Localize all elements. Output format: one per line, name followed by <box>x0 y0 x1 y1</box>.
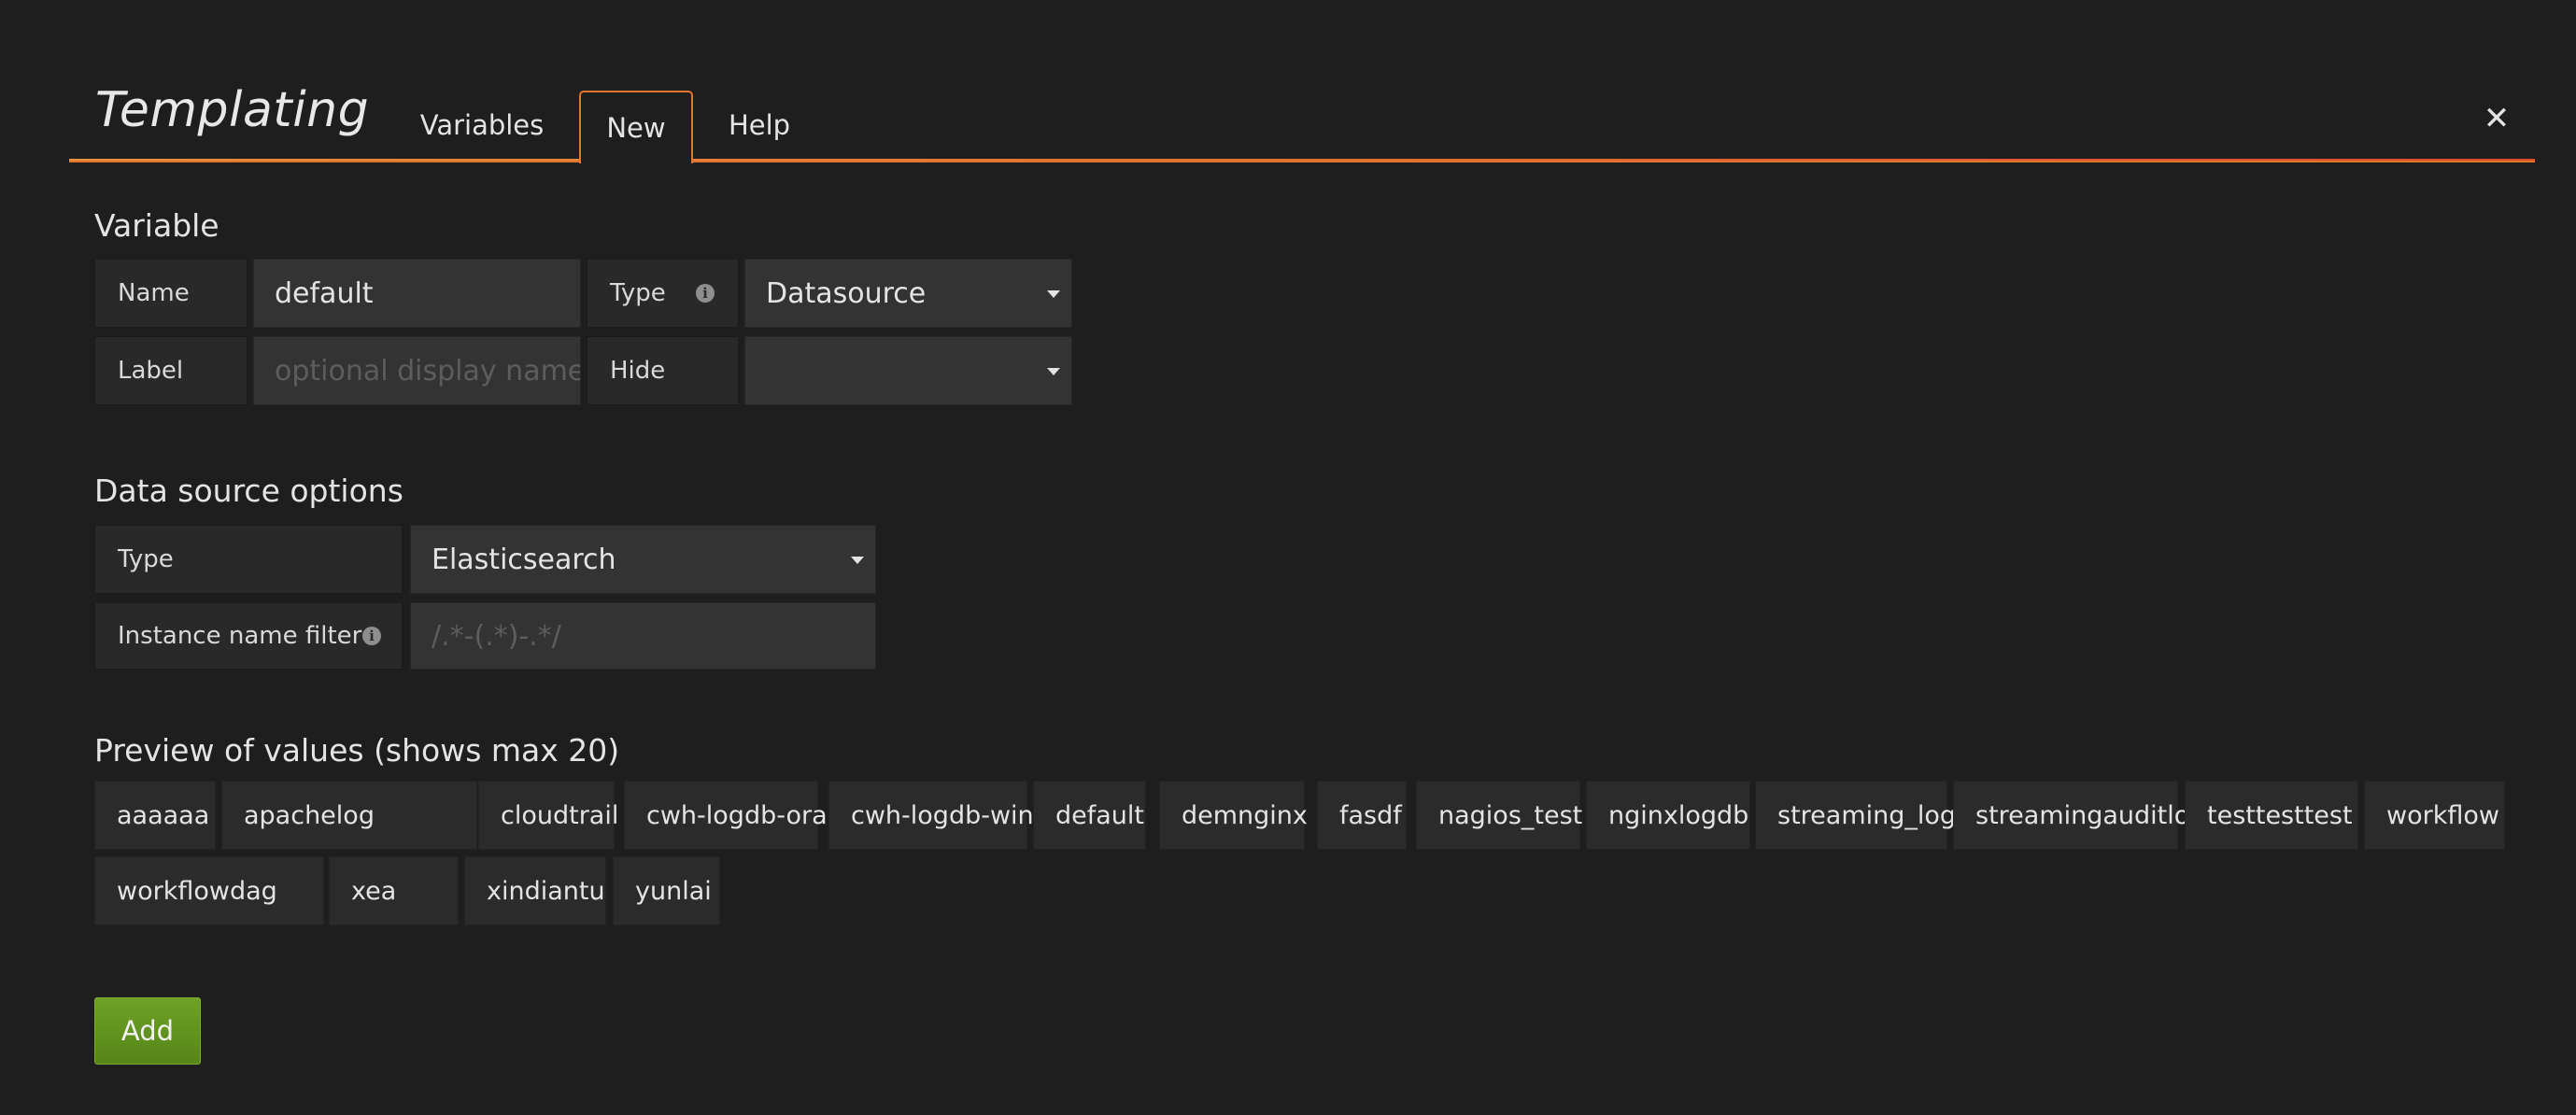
chevron-down-icon <box>1047 368 1060 375</box>
preview-value-chip: cwh-logdb-win <box>828 781 1034 850</box>
ds-type-label: Type <box>94 525 403 594</box>
ds-type-select[interactable]: Elasticsearch <box>410 525 876 594</box>
preview-value-chip: streamingauditlog <box>1953 781 2205 850</box>
instance-filter-label: Instance name filter i <box>94 602 403 670</box>
preview-value-chip: cloudtrail <box>478 781 618 850</box>
tab-help[interactable]: Help <box>715 91 803 160</box>
instance-filter-label-text: Instance name filter <box>118 622 362 650</box>
preview-value-chip: default <box>1033 781 1146 850</box>
preview-value-chip: streaming_log <box>1755 781 1956 850</box>
close-icon[interactable]: ✕ <box>2483 103 2511 134</box>
info-icon[interactable]: i <box>362 627 381 645</box>
preview-value-chip: testtesttest <box>2185 781 2358 850</box>
page-title: Templating <box>95 82 370 138</box>
chevron-down-icon <box>1047 290 1060 298</box>
hide-select[interactable] <box>744 336 1072 405</box>
preview-value-chip: apachelog <box>221 781 477 850</box>
preview-value-chip: xindiantu <box>464 856 606 925</box>
add-button[interactable]: Add <box>94 997 201 1065</box>
section-title-preview: Preview of values (shows max 20) <box>94 732 620 769</box>
preview-value-chip: cwh-logdb-ora <box>624 781 828 850</box>
preview-value-chip: fasdf <box>1317 781 1407 850</box>
instance-filter-input[interactable] <box>410 602 876 670</box>
preview-value-chip: aaaaaa <box>94 781 216 850</box>
label-label: Label <box>94 336 248 405</box>
chevron-down-icon <box>851 557 864 564</box>
ds-type-select-value: Elasticsearch <box>432 543 616 576</box>
tab-variables[interactable]: Variables <box>409 91 555 160</box>
section-title-variable: Variable <box>94 207 219 244</box>
name-input[interactable] <box>253 259 581 328</box>
label-input[interactable] <box>253 336 581 405</box>
hide-label: Hide <box>587 336 739 405</box>
info-icon[interactable]: i <box>696 284 715 303</box>
type-select[interactable]: Datasource <box>744 259 1072 328</box>
type-label: Type i <box>587 259 739 328</box>
preview-value-chip: xea <box>329 856 459 925</box>
instance-filter-input-field[interactable] <box>432 619 875 653</box>
type-label-text: Type <box>610 279 666 307</box>
preview-value-chip: yunlai <box>613 856 720 925</box>
preview-value-chip: demnginx <box>1159 781 1308 850</box>
label-input-field[interactable] <box>275 354 580 388</box>
preview-value-chip: nginxlogdb <box>1586 781 1750 850</box>
name-label: Name <box>94 259 248 328</box>
type-select-value: Datasource <box>766 276 927 310</box>
tab-new[interactable]: New <box>579 91 693 163</box>
section-title-datasource-options: Data source options <box>94 473 403 509</box>
preview-value-chip: workflowdag <box>94 856 324 925</box>
preview-value-chip: nagios_test <box>1416 781 1582 850</box>
preview-value-chip: workflow <box>2364 781 2505 850</box>
name-input-field[interactable] <box>275 276 580 310</box>
